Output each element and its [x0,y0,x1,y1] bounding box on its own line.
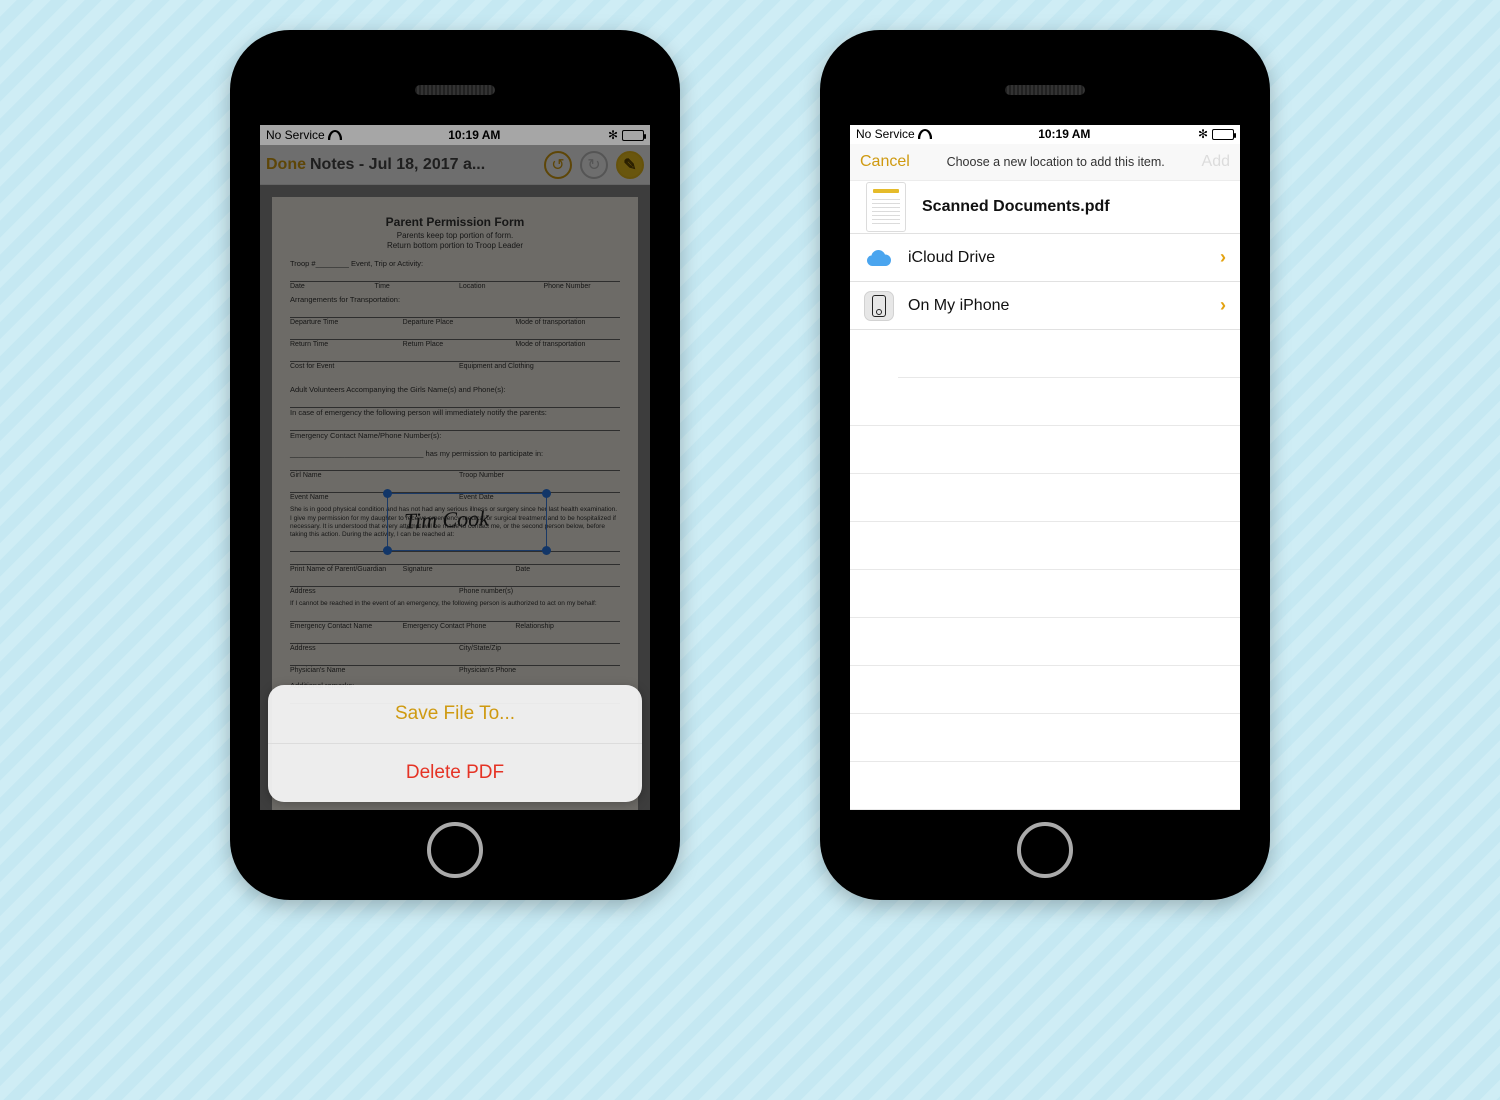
location-label: iCloud Drive [908,249,1206,267]
list-item [850,570,1240,618]
undo-button[interactable]: ↺ [544,151,572,179]
add-button-disabled: Add [1202,153,1230,171]
clock-label: 10:19 AM [1038,127,1090,141]
doc-troop: Troop #________ Event, Trip or Activity: [290,259,620,269]
list-item [850,522,1240,570]
redo-button[interactable]: ↻ [580,151,608,179]
list-item [850,666,1240,714]
file-header: Scanned Documents.pdf [850,181,1240,234]
file-thumbnail-icon [866,182,906,232]
carrier-label: No Service [856,127,915,141]
phone-speaker [1005,85,1085,95]
battery-icon [622,130,644,141]
phone-device-left: No Service 10:19 AM ✻ Done Notes - Jul 1… [230,30,680,900]
markup-button[interactable]: ✎ [616,151,644,179]
doc-sub2: Return bottom portion to Troop Leader [290,241,620,251]
home-button[interactable] [427,822,483,878]
signature-selection[interactable]: Tim Cook [387,493,547,551]
screen-right: No Service 10:19 AM ✻ Cancel Choose a ne… [850,125,1240,810]
bluetooth-icon: ✻ [608,128,618,142]
nav-bar: Cancel Choose a new location to add this… [850,144,1240,182]
done-button[interactable]: Done [266,156,306,174]
status-bar: No Service 10:19 AM ✻ [260,125,650,145]
phone-device-right: No Service 10:19 AM ✻ Cancel Choose a ne… [820,30,1270,900]
chevron-right-icon: › [1220,295,1226,316]
delete-pdf-option[interactable]: Delete PDF [268,744,642,802]
bluetooth-icon: ✻ [1198,127,1208,141]
phone-speaker [415,85,495,95]
doc-sub1: Parents keep top portion of form. [290,231,620,241]
list-item [850,426,1240,474]
file-name: Scanned Documents.pdf [922,198,1110,216]
wifi-icon [919,129,931,139]
list-item [850,762,1240,810]
save-file-to-option[interactable]: Save File To... [268,685,642,744]
home-button[interactable] [1017,822,1073,878]
carrier-label: No Service [266,128,325,142]
screen-left: No Service 10:19 AM ✻ Done Notes - Jul 1… [260,125,650,810]
iphone-icon [864,291,894,321]
location-on-my-iphone[interactable]: On My iPhone › [850,282,1240,330]
icloud-icon [864,243,894,273]
list-item [850,618,1240,666]
location-label: On My iPhone [908,297,1206,315]
signature-text: Tim Cook [404,505,490,537]
chevron-right-icon: › [1220,247,1226,268]
doc-row1: DateTime LocationPhone Number [290,282,620,291]
list-item [898,330,1240,378]
doc-heading: Parent Permission Form [290,215,620,231]
wifi-icon [329,130,341,140]
list-item [850,714,1240,762]
action-sheet: Save File To... Delete PDF [268,685,642,802]
battery-icon [1212,129,1234,140]
location-prompt: Choose a new location to add this item. [910,155,1202,169]
cancel-button[interactable]: Cancel [860,153,910,171]
doc-arr: Arrangements for Transportation: [290,295,620,305]
location-icloud-drive[interactable]: iCloud Drive › [850,234,1240,282]
location-list: iCloud Drive › On My iPhone › [850,234,1240,810]
clock-label: 10:19 AM [448,128,500,142]
page-title: Notes - Jul 18, 2017 a... [310,156,536,174]
list-item [850,474,1240,522]
list-item [850,378,1240,426]
status-bar: No Service 10:19 AM ✻ [850,125,1240,144]
nav-bar: Done Notes - Jul 18, 2017 a... ↺ ↻ ✎ [260,145,650,185]
